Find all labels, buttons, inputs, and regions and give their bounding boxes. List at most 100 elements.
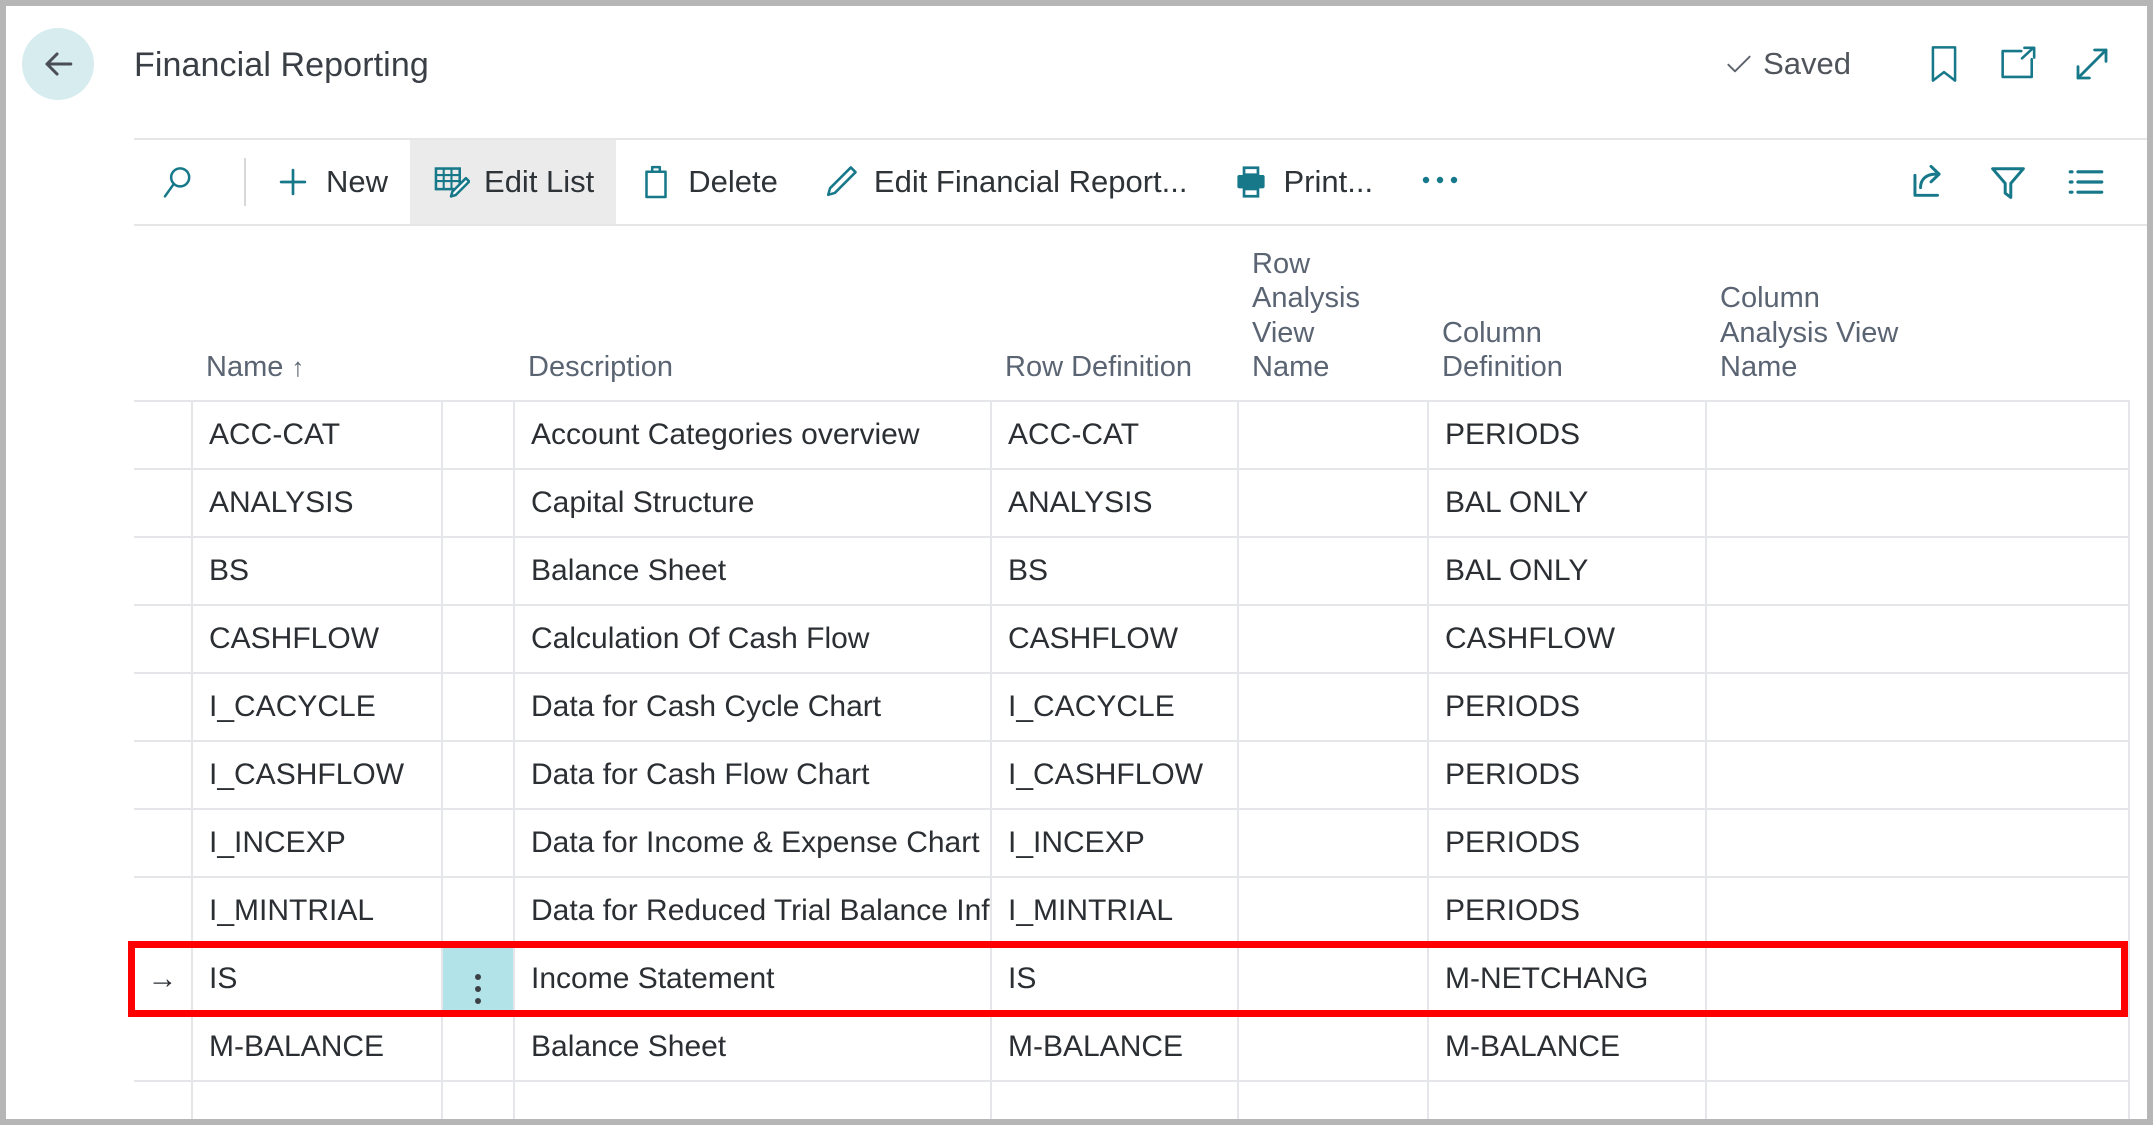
cell-description[interactable]: Data for Cash Flow Chart: [513, 740, 992, 810]
column-header-row-analysis-view-name[interactable]: Row Analysis View Name: [1238, 224, 1428, 401]
cell-row-definition[interactable]: I_MINTRIAL: [990, 876, 1239, 946]
cell-name[interactable]: I_CASHFLOW: [191, 740, 443, 810]
row-menu-cell[interactable]: [441, 1012, 515, 1082]
cell-row-analysis-view-name[interactable]: [1237, 740, 1429, 810]
cell-name[interactable]: [191, 1080, 443, 1119]
cell-row-definition[interactable]: I_CASHFLOW: [990, 740, 1239, 810]
cell-description[interactable]: Calculation Of Cash Flow: [513, 604, 992, 674]
row-menu-cell[interactable]: [441, 536, 515, 606]
cell-row-definition[interactable]: IS: [990, 944, 1239, 1014]
print-button[interactable]: Print...: [1210, 140, 1396, 224]
cell-column-definition[interactable]: M-NETCHANG: [1427, 944, 1707, 1014]
cell-name[interactable]: I_INCEXP: [191, 808, 443, 878]
cell-column-analysis-view-name[interactable]: [1705, 604, 2130, 674]
cell-column-definition[interactable]: PERIODS: [1427, 876, 1707, 946]
cell-column-analysis-view-name[interactable]: [1705, 944, 2130, 1014]
edit-financial-report-button[interactable]: Edit Financial Report...: [800, 140, 1210, 224]
cell-column-analysis-view-name[interactable]: [1705, 1012, 2130, 1082]
cell-name[interactable]: BS: [191, 536, 443, 606]
open-in-new-window-button[interactable]: [1981, 36, 2055, 92]
cell-column-definition[interactable]: [1427, 1080, 1707, 1119]
cell-description[interactable]: Income Statement: [513, 944, 992, 1014]
row-menu-cell[interactable]: [441, 740, 515, 810]
cell-column-definition[interactable]: PERIODS: [1427, 808, 1707, 878]
cell-name[interactable]: CASHFLOW: [191, 604, 443, 674]
cell-row-definition[interactable]: I_INCEXP: [990, 808, 1239, 878]
cell-column-definition[interactable]: PERIODS: [1427, 740, 1707, 810]
table-row[interactable]: →I_INCEXPData for Income & Expense Chart…: [134, 808, 2130, 878]
cell-column-definition[interactable]: PERIODS: [1427, 400, 1707, 470]
table-row[interactable]: → IS Income Statement IS M-NETCHANG: [134, 944, 2130, 1014]
table-row[interactable]: →ANALYSISCapital StructureANALYSISBAL ON…: [134, 468, 2130, 538]
table-row[interactable]: →I_MINTRIALData for Reduced Trial Balanc…: [134, 876, 2130, 946]
cell-row-definition[interactable]: I_CACYCLE: [990, 672, 1239, 742]
cell-row-analysis-view-name[interactable]: [1237, 944, 1429, 1014]
cell-row-analysis-view-name[interactable]: [1237, 876, 1429, 946]
cell-description[interactable]: Balance Sheet: [513, 1012, 992, 1082]
cell-description[interactable]: [513, 1080, 992, 1119]
table-row[interactable]: →: [134, 1080, 2130, 1119]
cell-column-analysis-view-name[interactable]: [1705, 808, 2130, 878]
cell-row-definition[interactable]: BS: [990, 536, 1239, 606]
row-menu-cell[interactable]: [441, 672, 515, 742]
column-header-column-definition[interactable]: Column Definition: [1428, 224, 1706, 401]
column-header-row-definition[interactable]: Row Definition: [991, 224, 1238, 401]
cell-description[interactable]: Account Categories overview: [513, 400, 992, 470]
cell-row-analysis-view-name[interactable]: [1237, 1012, 1429, 1082]
column-header-column-analysis-view-name[interactable]: Column Analysis View Name: [1706, 224, 2129, 401]
row-menu-cell[interactable]: [441, 1080, 515, 1119]
cell-row-definition[interactable]: ANALYSIS: [990, 468, 1239, 538]
cell-row-analysis-view-name[interactable]: [1237, 604, 1429, 674]
cell-column-definition[interactable]: M-BALANCE: [1427, 1012, 1707, 1082]
list-view-button[interactable]: [2047, 152, 2125, 212]
back-button[interactable]: [22, 28, 94, 100]
cell-column-analysis-view-name[interactable]: [1705, 1080, 2130, 1119]
cell-column-definition[interactable]: BAL ONLY: [1427, 536, 1707, 606]
table-row[interactable]: →I_CACYCLEData for Cash Cycle ChartI_CAC…: [134, 672, 2130, 742]
edit-list-button[interactable]: Edit List: [410, 140, 617, 224]
expand-fullscreen-button[interactable]: [2055, 36, 2129, 92]
cell-description[interactable]: Data for Cash Cycle Chart: [513, 672, 992, 742]
filter-button[interactable]: [1969, 152, 2047, 212]
cell-column-analysis-view-name[interactable]: [1705, 876, 2130, 946]
table-row[interactable]: →CASHFLOWCalculation Of Cash FlowCASHFLO…: [134, 604, 2130, 674]
cell-description[interactable]: Data for Income & Expense Chart: [513, 808, 992, 878]
cell-name[interactable]: I_CACYCLE: [191, 672, 443, 742]
table-row[interactable]: →I_CASHFLOWData for Cash Flow ChartI_CAS…: [134, 740, 2130, 810]
cell-name[interactable]: M-BALANCE: [191, 1012, 443, 1082]
row-menu-cell[interactable]: [441, 400, 515, 470]
cell-description[interactable]: Data for Reduced Trial Balance Info Part: [513, 876, 992, 946]
column-header-name[interactable]: Name ↑: [192, 224, 442, 401]
cell-row-analysis-view-name[interactable]: [1237, 1080, 1429, 1119]
cell-row-analysis-view-name[interactable]: [1237, 468, 1429, 538]
share-button[interactable]: [1891, 152, 1969, 212]
table-row[interactable]: →BSBalance SheetBSBAL ONLY: [134, 536, 2130, 606]
cell-row-definition[interactable]: [990, 1080, 1239, 1119]
cell-row-analysis-view-name[interactable]: [1237, 672, 1429, 742]
cell-row-definition[interactable]: M-BALANCE: [990, 1012, 1239, 1082]
cell-row-analysis-view-name[interactable]: [1237, 808, 1429, 878]
cell-column-analysis-view-name[interactable]: [1705, 672, 2130, 742]
cell-column-definition[interactable]: BAL ONLY: [1427, 468, 1707, 538]
row-menu-cell[interactable]: [441, 944, 515, 1014]
cell-column-definition[interactable]: CASHFLOW: [1427, 604, 1707, 674]
cell-row-definition[interactable]: CASHFLOW: [990, 604, 1239, 674]
cell-column-definition[interactable]: PERIODS: [1427, 672, 1707, 742]
cell-column-analysis-view-name[interactable]: [1705, 468, 2130, 538]
cell-column-analysis-view-name[interactable]: [1705, 400, 2130, 470]
search-button[interactable]: [134, 140, 238, 224]
new-button[interactable]: New: [252, 140, 410, 224]
cell-column-analysis-view-name[interactable]: [1705, 740, 2130, 810]
cell-name[interactable]: ACC-CAT: [191, 400, 443, 470]
cell-row-definition[interactable]: ACC-CAT: [990, 400, 1239, 470]
cell-column-analysis-view-name[interactable]: [1705, 536, 2130, 606]
vertical-ellipsis-icon[interactable]: [475, 974, 481, 1004]
cell-name[interactable]: I_MINTRIAL: [191, 876, 443, 946]
cell-name[interactable]: ANALYSIS: [191, 468, 443, 538]
delete-button[interactable]: Delete: [616, 140, 800, 224]
cell-name[interactable]: IS: [191, 944, 443, 1014]
column-header-description[interactable]: Description: [514, 224, 991, 401]
row-menu-cell[interactable]: [441, 808, 515, 878]
row-menu-cell[interactable]: [441, 604, 515, 674]
bookmark-button[interactable]: [1907, 36, 1981, 92]
